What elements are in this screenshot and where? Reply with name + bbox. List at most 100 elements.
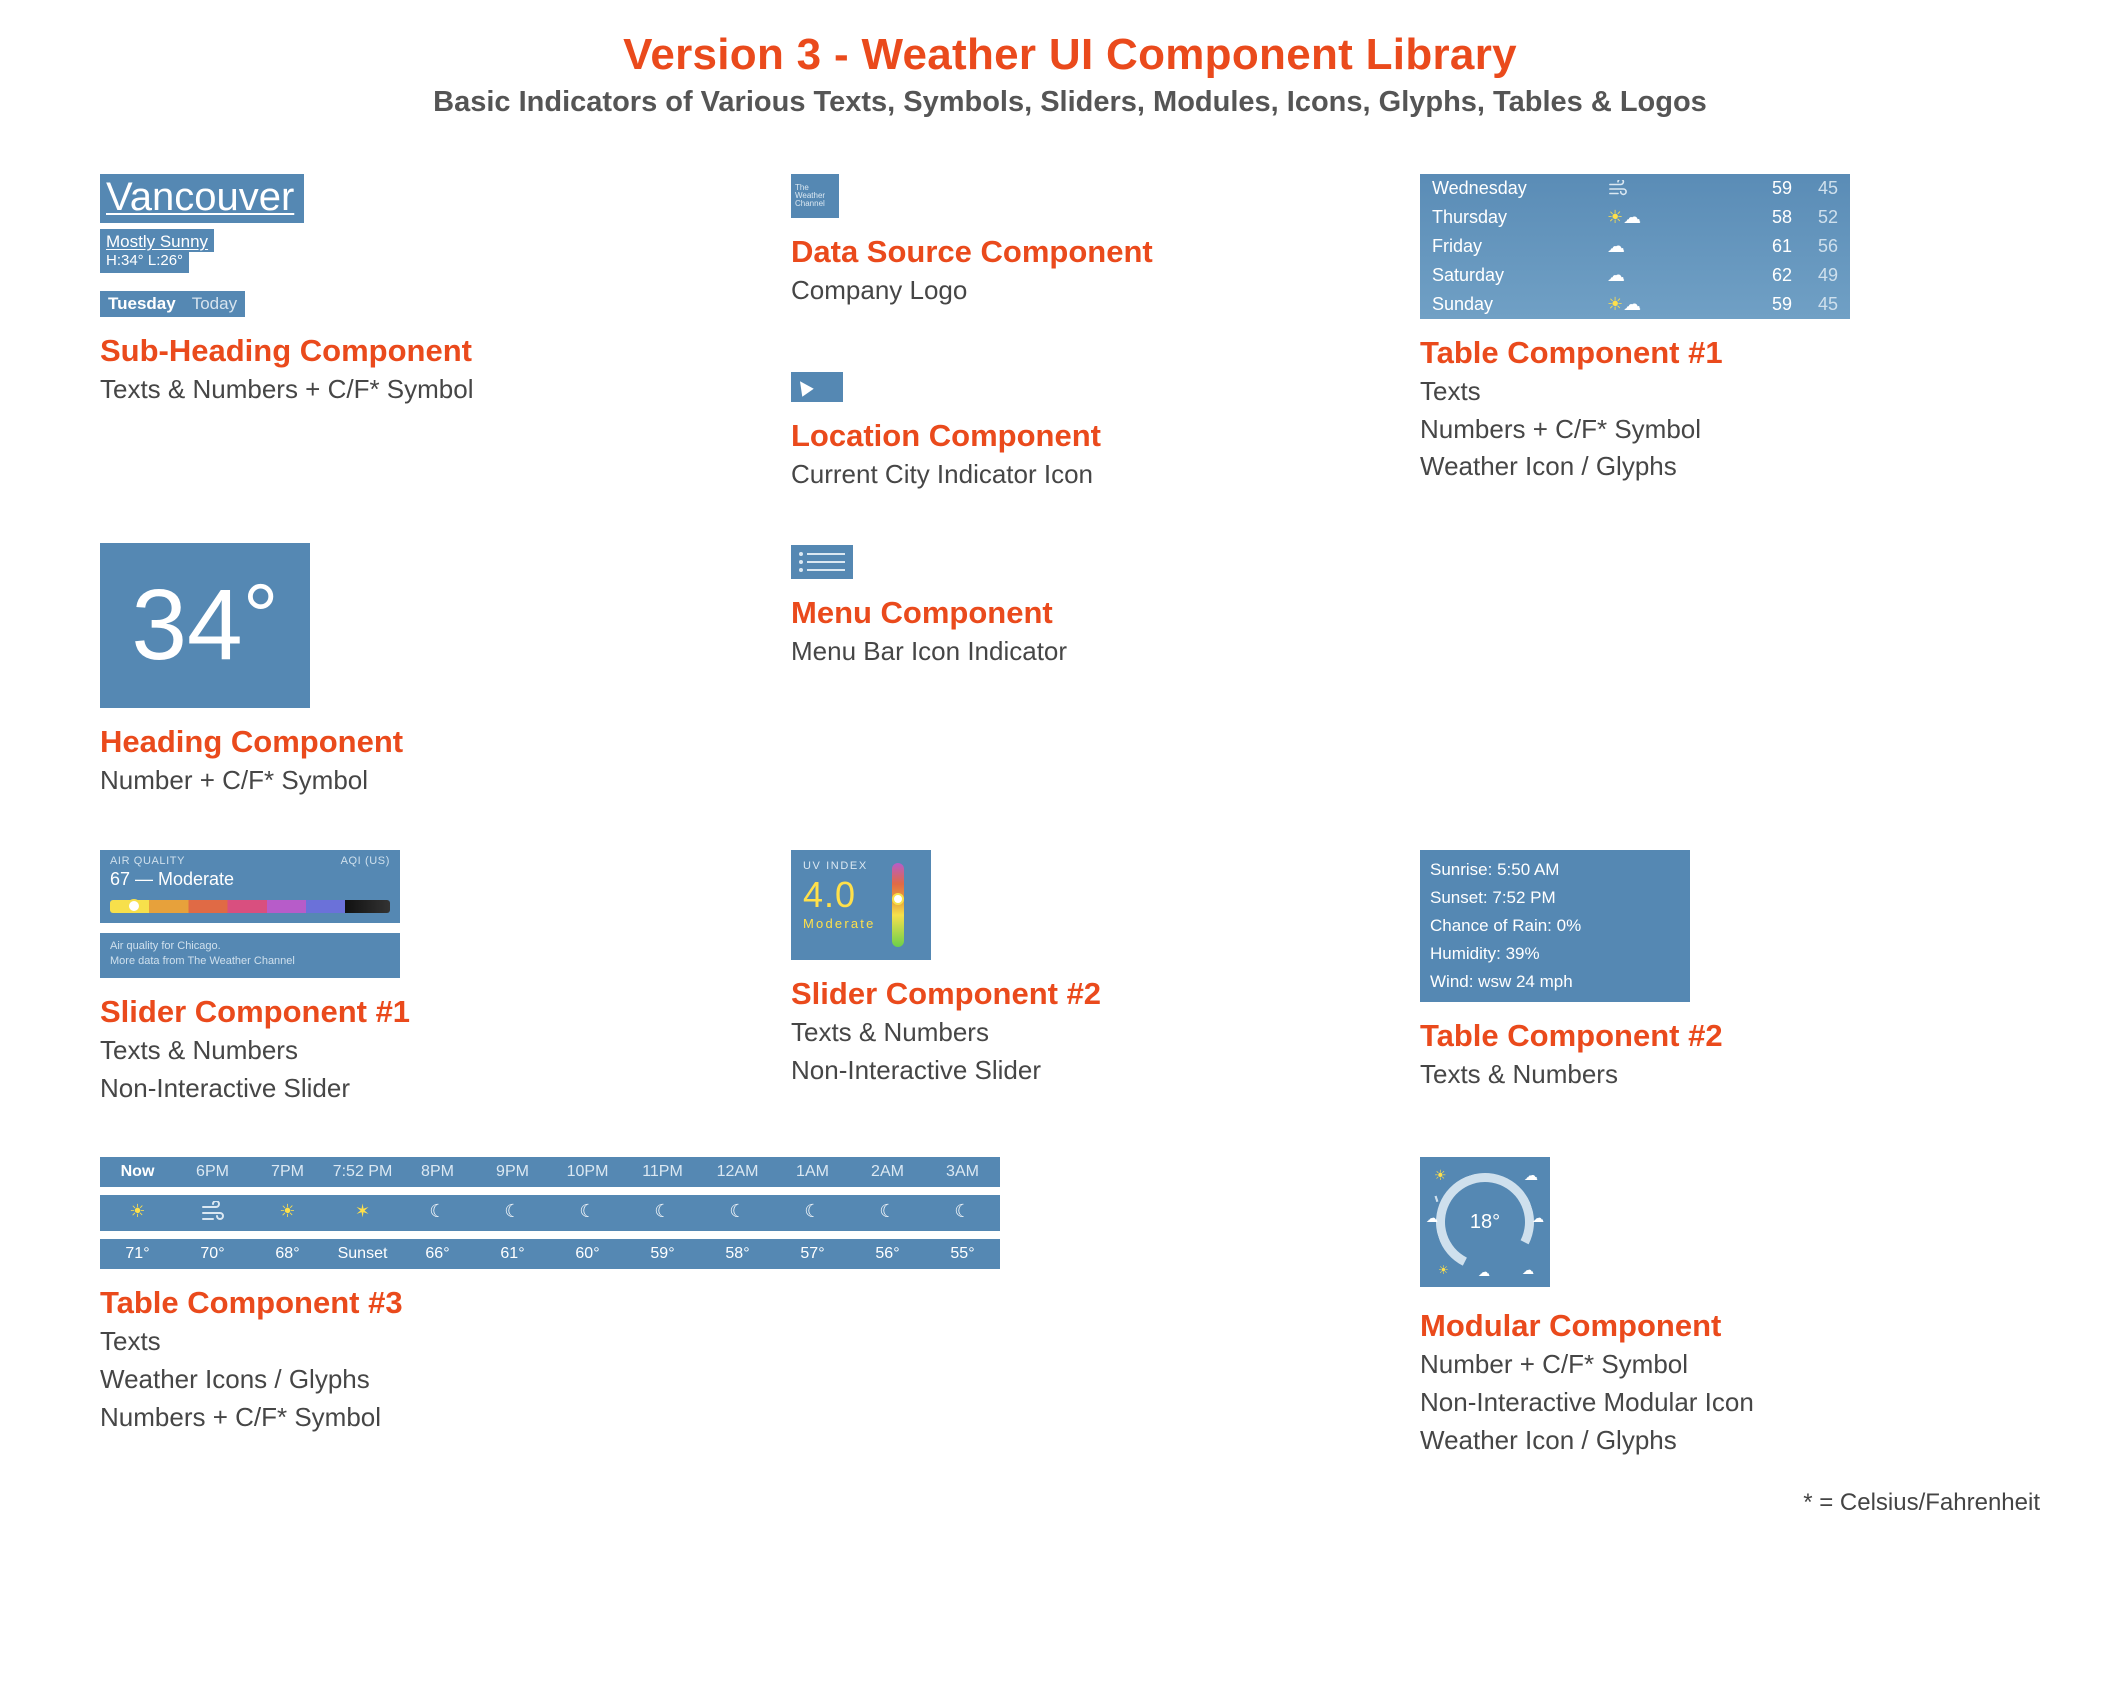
section-desc: Menu Bar Icon Indicator <box>791 633 1380 671</box>
city-label: Vancouver <box>100 174 304 223</box>
section-desc: Texts <box>100 1323 1380 1361</box>
big-temp: 34° <box>100 543 310 708</box>
uv-rating: Moderate <box>803 916 876 931</box>
facts-list: Sunrise: 5:50 AM Sunset: 7:52 PM Chance … <box>1420 850 1690 1002</box>
moon-icon: ☾ <box>550 1201 625 1225</box>
aqi-card: AIR QUALITY AQI (US) 67 — Moderate <box>100 850 400 923</box>
lo-temp: 56 <box>1792 236 1838 257</box>
lo-temp: 52 <box>1792 207 1838 228</box>
modular-dial: 18° ☀ ☁ ☁ ☁ ☀ ☁ ☁ <box>1420 1157 1550 1287</box>
cloud-icon: ☁ <box>1478 1265 1490 1279</box>
moon-icon: ☾ <box>850 1201 925 1225</box>
lo-temp: 49 <box>1792 265 1838 286</box>
moon-icon: ☾ <box>700 1201 775 1225</box>
section-desc: Texts & Numbers <box>791 1014 1380 1052</box>
table-row: Saturday ☁ 62 49 <box>1420 261 1850 290</box>
uv-card: UV INDEX 4.0 Moderate <box>791 850 931 960</box>
day-label: Friday <box>1432 236 1607 257</box>
hi-temp: 59 <box>1740 178 1792 199</box>
section-desc: Current City Indicator Icon <box>791 456 1380 494</box>
hi-temp: 59 <box>1740 294 1792 315</box>
table-row: Thursday ☀☁ 58 52 <box>1420 203 1850 232</box>
section-title: Location Component <box>791 418 1380 454</box>
day-pill: TuesdayToday <box>100 291 751 317</box>
section-desc: Non-Interactive Modular Icon <box>1420 1384 2040 1422</box>
section-desc: Number + C/F* Symbol <box>100 762 751 800</box>
day-label: Sunday <box>1432 294 1607 315</box>
section-desc: Non-Interactive Slider <box>100 1070 751 1108</box>
moon-icon: ☾ <box>625 1201 700 1225</box>
section-title: Modular Component <box>1420 1308 2040 1344</box>
partly-cloudy-icon: ☀☁ <box>1607 294 1677 315</box>
uv-value: 4.0 <box>803 874 876 916</box>
cloud-icon: ☁ <box>1524 1167 1538 1184</box>
lo-temp: 45 <box>1792 178 1838 199</box>
aqi-label-right: AQI (US) <box>341 855 390 867</box>
rain-icon: ☁ <box>1607 265 1677 286</box>
section-desc: Number + C/F* Symbol <box>1420 1346 2040 1384</box>
section-title: Table Component #2 <box>1420 1018 2040 1054</box>
moon-icon: ☾ <box>475 1201 550 1225</box>
sun-icon: ☀ <box>1434 1167 1447 1184</box>
sun-icon: ☀ <box>1438 1263 1449 1277</box>
list-item: Sunset: 7:52 PM <box>1430 884 1680 912</box>
aqi-label-left: AIR QUALITY <box>110 855 185 867</box>
section-desc: Non-Interactive Slider <box>791 1052 1380 1090</box>
table-component-1: Wednesday 59 45 Thursday ☀☁ 58 52 Fri <box>1420 174 2040 486</box>
partly-cloudy-icon: ☀☁ <box>1607 207 1677 228</box>
hi-temp: 62 <box>1740 265 1792 286</box>
list-item: Wind: wsw 24 mph <box>1430 968 1680 996</box>
uv-gradient-slider <box>892 863 904 947</box>
section-desc: Numbers + C/F* Symbol <box>100 1399 1380 1437</box>
day-label: Thursday <box>1432 207 1607 228</box>
heading-component: 34° Heading Component Number + C/F* Symb… <box>100 543 751 800</box>
section-desc: Texts & Numbers + C/F* Symbol <box>100 371 751 409</box>
condition-label: Mostly Sunny <box>100 229 214 252</box>
list-item: Chance of Rain: 0% <box>1430 912 1680 940</box>
modular-component: 18° ☀ ☁ ☁ ☁ ☀ ☁ ☁ Modular Component Numb… <box>1420 1157 2040 1459</box>
slider-component-1: AIR QUALITY AQI (US) 67 — Moderate Air q… <box>100 850 751 1107</box>
list-item: Humidity: 39% <box>1430 940 1680 968</box>
section-desc: Company Logo <box>791 272 1380 310</box>
section-title: Heading Component <box>100 724 751 760</box>
aqi-note: Air quality for Chicago. More data from … <box>100 933 400 978</box>
data-source-component: The Weather Channel Data Source Componen… <box>791 174 1380 310</box>
section-title: Menu Component <box>791 595 1380 631</box>
hi-temp: 58 <box>1740 207 1792 228</box>
menu-list-icon <box>791 545 853 579</box>
wind-icon <box>1607 180 1677 198</box>
aqi-gradient-slider <box>110 900 390 913</box>
location-arrow-icon <box>791 372 843 402</box>
forecast-table: Wednesday 59 45 Thursday ☀☁ 58 52 Fri <box>1420 174 1850 319</box>
cloud-icon: ☁ <box>1522 1263 1534 1277</box>
table-row: Wednesday 59 45 <box>1420 174 1850 203</box>
slider-component-2: UV INDEX 4.0 Moderate Slider Component #… <box>791 850 1380 1089</box>
weather-channel-logo: The Weather Channel <box>791 174 839 218</box>
hourly-times-row: Now 6PM 7PM 7:52 PM 8PM 9PM 10PM 11PM 12… <box>100 1157 1000 1187</box>
section-title: Table Component #1 <box>1420 335 2040 371</box>
hourly-icons-row: ☀ ☀ ✶ ☾ ☾ ☾ ☾ ☾ ☾ ☾ ☾ <box>100 1195 1000 1231</box>
section-title: Slider Component #1 <box>100 994 751 1030</box>
section-title: Data Source Component <box>791 234 1380 270</box>
aqi-value: 67 — Moderate <box>100 867 400 900</box>
table-component-2: Sunrise: 5:50 AM Sunset: 7:52 PM Chance … <box>1420 850 2040 1094</box>
page-subtitle: Basic Indicators of Various Texts, Symbo… <box>100 86 2040 119</box>
section-desc: Numbers + C/F* Symbol <box>1420 411 2040 449</box>
section-desc: Weather Icon / Glyphs <box>1420 1422 2040 1460</box>
uv-label: UV INDEX <box>803 860 876 872</box>
section-title: Slider Component #2 <box>791 976 1380 1012</box>
cloud-icon: ☁ <box>1426 1211 1438 1225</box>
hourly-table: Now 6PM 7PM 7:52 PM 8PM 9PM 10PM 11PM 12… <box>100 1157 1000 1269</box>
sub-heading-component: Vancouver Mostly Sunny H:34° L:26° Tuesd… <box>100 174 751 409</box>
location-component: Location Component Current City Indicato… <box>791 372 1380 494</box>
day-bold: Tuesday <box>100 291 184 317</box>
sunset-icon: ✶ <box>325 1201 400 1225</box>
moon-icon: ☾ <box>925 1201 1000 1225</box>
cloud-icon: ☁ <box>1532 1211 1544 1225</box>
sun-icon: ☀ <box>100 1201 175 1225</box>
menu-component: Menu Component Menu Bar Icon Indicator <box>791 543 1380 671</box>
table-row: Sunday ☀☁ 59 45 <box>1420 290 1850 319</box>
section-title: Table Component #3 <box>100 1285 1380 1321</box>
hourly-temps-row: 71° 70° 68° Sunset 66° 61° 60° 59° 58° 5… <box>100 1239 1000 1269</box>
rain-icon: ☁ <box>1607 236 1677 257</box>
